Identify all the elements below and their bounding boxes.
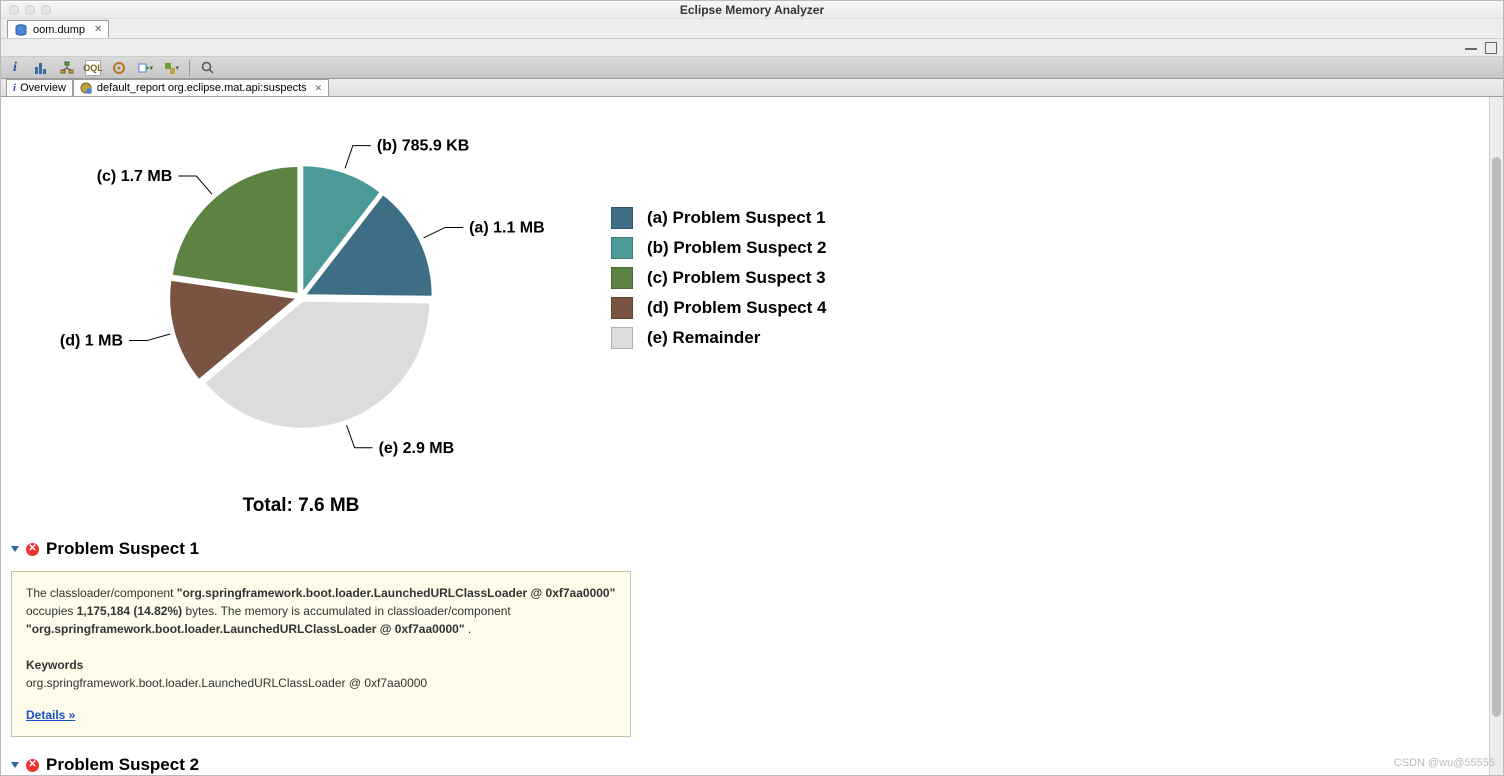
run-icon[interactable]: ▾ bbox=[137, 60, 153, 76]
tab-overview-label: Overview bbox=[20, 82, 66, 94]
details-link[interactable]: Details » bbox=[26, 706, 75, 724]
tab-default-report[interactable]: default_report org.eclipse.mat.api:suspe… bbox=[73, 79, 329, 96]
close-window-icon[interactable] bbox=[9, 5, 19, 15]
collapse-icon bbox=[11, 762, 19, 768]
content-pane: (b) 785.9 KB (a) 1.1 MB (e) 2.9 MB (d) 1 MB… bbox=[1, 97, 1503, 775]
scroll-region[interactable]: (b) 785.9 KB (a) 1.1 MB (e) 2.9 MB (d) 1 MB… bbox=[1, 97, 1489, 775]
legend-item-b: (b) Problem Suspect 2 bbox=[611, 237, 826, 259]
pie-slice-c bbox=[172, 166, 299, 294]
section-title: Problem Suspect 1 bbox=[46, 539, 199, 559]
zoom-window-icon[interactable] bbox=[41, 5, 51, 15]
file-tab-oom-dump[interactable]: oom.dump ✕ bbox=[7, 20, 109, 38]
file-tab-row: oom.dump ✕ bbox=[1, 19, 1503, 39]
section-header[interactable]: ✕ Problem Suspect 2 bbox=[11, 755, 1479, 775]
query-icon[interactable]: ▾ bbox=[163, 60, 179, 76]
legend-swatch bbox=[611, 267, 633, 289]
pie-chart-legend: (a) Problem Suspect 1 (b) Problem Suspect… bbox=[611, 207, 826, 357]
suspect-text: The classloader/component bbox=[26, 586, 177, 600]
legend-label: (b) Problem Suspect 2 bbox=[647, 238, 826, 258]
window-traffic-lights bbox=[9, 5, 51, 15]
tree-icon[interactable] bbox=[59, 60, 75, 76]
watermark: CSDN @wu@55555 bbox=[1394, 757, 1495, 769]
suspect-class-name-2: "org.springframework.boot.loader.Launche… bbox=[26, 622, 465, 636]
section-problem-suspect-2: ✕ Problem Suspect 2 bbox=[11, 755, 1479, 775]
pie-callout-e: (e) 2.9 MB bbox=[379, 440, 455, 457]
chart-total-label: Total: 7.6 MB bbox=[121, 495, 481, 517]
pie-callout-c: (c) 1.7 MB bbox=[97, 168, 173, 185]
toolbar: i OQL ▾ ▾ bbox=[1, 57, 1503, 79]
keywords-value: org.springframework.boot.loader.Launched… bbox=[26, 676, 427, 690]
minimize-view-icon[interactable] bbox=[1465, 46, 1477, 50]
legend-swatch bbox=[611, 207, 633, 229]
legend-item-d: (d) Problem Suspect 4 bbox=[611, 297, 826, 319]
pie-chart: (b) 785.9 KB (a) 1.1 MB (e) 2.9 MB (d) 1 MB… bbox=[51, 117, 551, 477]
file-tab-label: oom.dump bbox=[33, 24, 85, 36]
editor-controls-bar bbox=[1, 39, 1503, 57]
suspect-size: 1,175,184 (14.82%) bbox=[77, 604, 182, 618]
legend-label: (d) Problem Suspect 4 bbox=[647, 298, 826, 318]
pie-callout-a: (a) 1.1 MB bbox=[469, 219, 545, 236]
suspect-detail-box: The classloader/component "org.springfra… bbox=[11, 571, 631, 737]
close-tab-icon[interactable]: ✕ bbox=[315, 83, 323, 94]
section-problem-suspect-1: ✕ Problem Suspect 1 The classloader/comp… bbox=[11, 539, 1479, 737]
minimize-window-icon[interactable] bbox=[25, 5, 35, 15]
legend-label: (c) Problem Suspect 3 bbox=[647, 268, 826, 288]
pie-callout-d: (d) 1 MB bbox=[60, 333, 123, 350]
section-header[interactable]: ✕ Problem Suspect 1 bbox=[11, 539, 1479, 559]
collapse-icon bbox=[11, 546, 19, 552]
info-icon[interactable]: i bbox=[7, 60, 23, 76]
suspect-text: . bbox=[468, 622, 471, 636]
database-icon bbox=[14, 23, 28, 37]
maximize-view-icon[interactable] bbox=[1485, 42, 1497, 54]
suspect-class-name: "org.springframework.boot.loader.Launche… bbox=[177, 586, 616, 600]
tab-overview[interactable]: i Overview bbox=[6, 79, 73, 96]
histogram-icon[interactable] bbox=[33, 60, 49, 76]
vertical-scrollbar[interactable] bbox=[1489, 97, 1503, 775]
legend-swatch bbox=[611, 327, 633, 349]
inner-tab-row: i Overview default_report org.eclipse.ma… bbox=[1, 79, 1503, 97]
legend-item-a: (a) Problem Suspect 1 bbox=[611, 207, 826, 229]
close-tab-icon[interactable]: ✕ bbox=[94, 24, 102, 35]
pie-chart-area: (b) 785.9 KB (a) 1.1 MB (e) 2.9 MB (d) 1 MB… bbox=[11, 97, 1479, 487]
suspect-text: occupies bbox=[26, 604, 77, 618]
legend-item-e: (e) Remainder bbox=[611, 327, 826, 349]
error-icon: ✕ bbox=[26, 543, 39, 556]
error-icon: ✕ bbox=[26, 759, 39, 772]
legend-swatch bbox=[611, 237, 633, 259]
pie-callout-b: (b) 785.9 KB bbox=[377, 138, 469, 155]
tab-default-report-label: default_report org.eclipse.mat.api:suspe… bbox=[97, 82, 307, 94]
info-icon: i bbox=[13, 82, 16, 94]
legend-item-c: (c) Problem Suspect 3 bbox=[611, 267, 826, 289]
suspect-text: bytes. The memory is accumulated in clas… bbox=[185, 604, 510, 618]
app-title: Eclipse Memory Analyzer bbox=[680, 3, 824, 17]
gear-icon[interactable] bbox=[111, 60, 127, 76]
legend-label: (e) Remainder bbox=[647, 328, 760, 348]
legend-swatch bbox=[611, 297, 633, 319]
section-title: Problem Suspect 2 bbox=[46, 755, 199, 775]
keywords-label: Keywords bbox=[26, 658, 83, 672]
search-icon[interactable] bbox=[200, 60, 216, 76]
scrollbar-thumb[interactable] bbox=[1492, 157, 1501, 717]
report-icon bbox=[80, 82, 93, 95]
oql-icon[interactable]: OQL bbox=[85, 60, 101, 76]
titlebar: Eclipse Memory Analyzer bbox=[1, 1, 1503, 19]
legend-label: (a) Problem Suspect 1 bbox=[647, 208, 826, 228]
app-window: Eclipse Memory Analyzer oom.dump ✕ i OQL… bbox=[0, 0, 1504, 776]
